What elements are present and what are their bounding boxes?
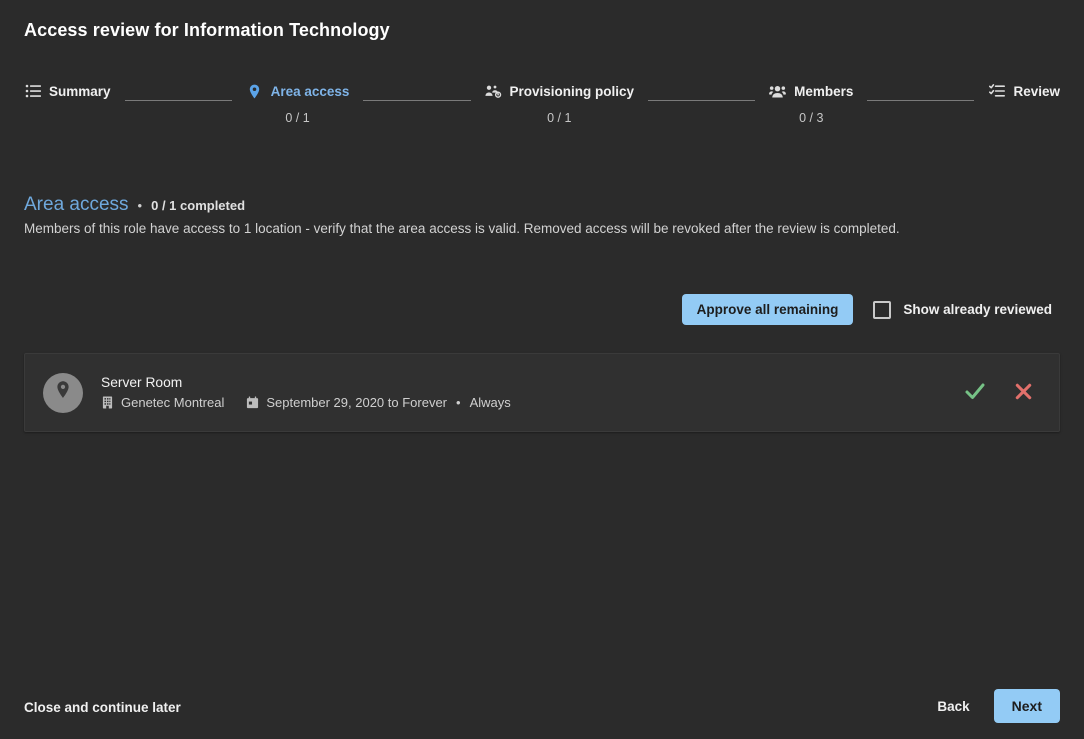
- show-already-reviewed-label: Show already reviewed: [903, 302, 1052, 317]
- show-already-reviewed-toggle[interactable]: Show already reviewed: [873, 300, 1052, 319]
- item-location: Genetec Montreal: [101, 395, 224, 410]
- step-count-provisioning-policy: 0 / 1: [547, 111, 572, 125]
- stepper-connector: [867, 100, 975, 101]
- show-already-reviewed-checkbox[interactable]: [873, 300, 892, 319]
- step-members[interactable]: Members 0 / 3: [769, 76, 853, 125]
- step-summary[interactable]: Summary: [24, 76, 111, 111]
- section-header: Area access • 0 / 1 completed: [24, 194, 245, 216]
- item-recurrence: Always: [469, 395, 511, 410]
- map-pin-icon: [53, 380, 73, 405]
- users-icon: [769, 83, 787, 100]
- step-label-provisioning-policy: Provisioning policy: [509, 83, 635, 99]
- step-label-review: Review: [1013, 83, 1061, 99]
- section-description: Members of this role have access to 1 lo…: [24, 221, 900, 236]
- item-name: Server Room: [101, 375, 183, 390]
- step-label-summary: Summary: [49, 83, 111, 99]
- approve-item-button[interactable]: [963, 381, 987, 405]
- stepper-connector: [124, 100, 232, 101]
- area-access-item-row[interactable]: Server Room Genetec Montreal September 2…: [24, 353, 1060, 432]
- section-progress: 0 / 1 completed: [151, 198, 246, 213]
- close-and-continue-later-button[interactable]: Close and continue later: [24, 700, 181, 715]
- step-provisioning-policy[interactable]: Provisioning policy 0 / 1: [484, 76, 635, 125]
- next-button[interactable]: Next: [993, 689, 1060, 723]
- step-count-area-access: 0 / 1: [285, 111, 310, 125]
- item-meta-separator: •: [456, 395, 461, 410]
- footer-navigation: Back Next: [931, 689, 1060, 723]
- approve-all-remaining-button[interactable]: Approve all remaining: [681, 294, 854, 325]
- item-schedule: September 29, 2020 to Forever: [246, 395, 447, 410]
- step-review[interactable]: Review: [988, 76, 1060, 111]
- building-icon: [101, 396, 114, 410]
- page-title: Access review for Information Technology: [24, 20, 390, 40]
- section-title: Area access: [24, 194, 129, 215]
- step-label-area-access: Area access: [270, 83, 350, 99]
- stepper-connector: [648, 100, 756, 101]
- wizard-stepper: Summary Area access 0 / 1 Provisioning p…: [24, 76, 1060, 125]
- map-pin-icon: [246, 83, 263, 100]
- reject-item-button[interactable]: [1011, 381, 1035, 405]
- item-details: Server Room Genetec Montreal September 2…: [101, 375, 963, 410]
- step-count-members: 0 / 3: [799, 111, 824, 125]
- policy-icon: [484, 83, 502, 100]
- calendar-icon: [246, 396, 259, 410]
- avatar: [43, 372, 83, 413]
- cross-icon: [1013, 381, 1034, 405]
- access-review-wizard: Access review for Information Technology…: [0, 0, 1084, 739]
- stepper-connector: [363, 100, 471, 101]
- item-meta: Genetec Montreal September 29, 2020 to F…: [101, 395, 963, 410]
- item-schedule-label: September 29, 2020 to Forever: [266, 395, 448, 410]
- step-area-access[interactable]: Area access 0 / 1: [246, 76, 350, 125]
- check-icon: [964, 380, 986, 405]
- section-separator: •: [137, 198, 143, 213]
- back-button[interactable]: Back: [931, 691, 975, 722]
- list-action-bar: Approve all remaining Show already revie…: [681, 294, 1052, 325]
- step-label-members: Members: [794, 83, 854, 99]
- item-location-label: Genetec Montreal: [121, 395, 225, 410]
- wizard-footer: Close and continue later Back Next: [0, 681, 1084, 739]
- list-icon: [24, 83, 41, 100]
- item-actions: [963, 381, 1041, 405]
- checklist-icon: [988, 83, 1005, 100]
